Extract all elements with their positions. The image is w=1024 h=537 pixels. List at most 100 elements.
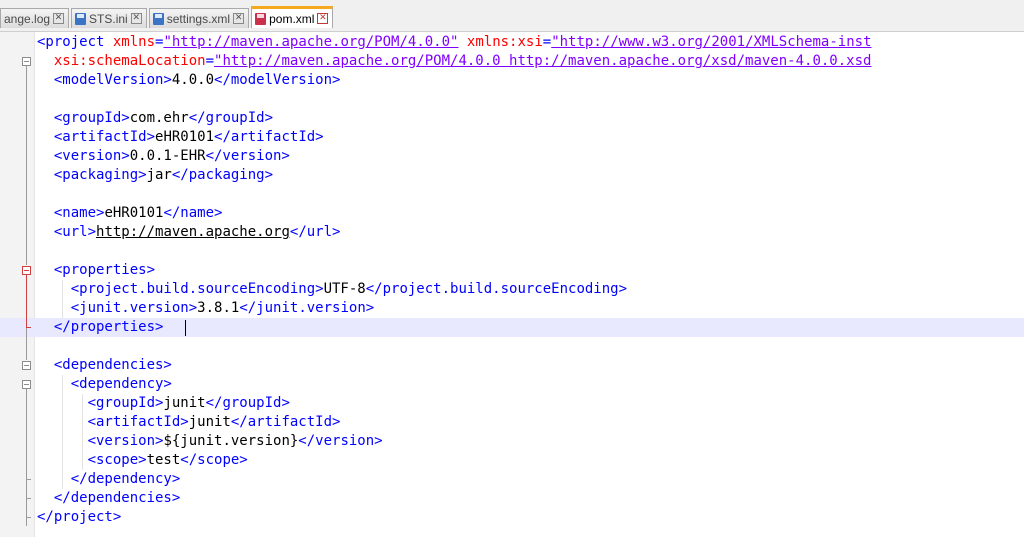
code-token: <dependency> xyxy=(37,376,172,392)
indent-guide xyxy=(82,394,83,470)
code-token: <modelVersion> xyxy=(37,72,172,88)
code-line[interactable]: <artifactId>eHR0101</artifactId> xyxy=(0,128,1024,147)
tab-settings-xml[interactable]: settings.xml ✕ xyxy=(148,8,250,28)
code-token: 4.0.0 xyxy=(171,72,215,88)
indent-guide xyxy=(62,375,63,489)
code-token: </version> xyxy=(205,148,290,164)
code-line[interactable]: </dependencies> xyxy=(0,489,1024,508)
code-text: <packaging>jar</packaging> xyxy=(37,166,273,185)
tab-label: settings.xml xyxy=(166,11,231,26)
code-line[interactable]: <version>0.0.1-EHR</version> xyxy=(0,147,1024,166)
fold-toggle-icon[interactable] xyxy=(22,361,31,370)
url-link[interactable]: http://maven.apache.org xyxy=(96,224,290,240)
tab-label: pom.xml xyxy=(269,11,315,26)
code-line[interactable]: <modelVersion>4.0.0</modelVersion> xyxy=(0,71,1024,90)
code-line[interactable]: <properties> xyxy=(0,261,1024,280)
code-text: <name>eHR0101</name> xyxy=(37,204,223,223)
code-line[interactable]: </dependency> xyxy=(0,470,1024,489)
tab-label: STS.ini xyxy=(89,11,128,26)
code-token: jar xyxy=(146,167,172,183)
code-token: </modelVersion> xyxy=(214,72,341,88)
close-tab-icon[interactable]: ✕ xyxy=(233,13,245,24)
code-line[interactable]: </project> xyxy=(0,508,1024,527)
code-token: <name> xyxy=(37,205,105,221)
code-token: </url> xyxy=(289,224,341,240)
code-line[interactable] xyxy=(0,337,1024,356)
code-token: </project.build.sourceEncoding> xyxy=(365,281,628,297)
current-code-line[interactable]: </properties> xyxy=(0,318,1024,337)
code-token: eHR0101 xyxy=(104,205,164,221)
code-line[interactable]: <name>eHR0101</name> xyxy=(0,204,1024,223)
tab-bar: ange.log ✕ STS.ini ✕ settings.xml ✕ pom.xml ✕ xyxy=(0,0,1024,32)
fold-toggle-icon[interactable] xyxy=(22,57,31,66)
code-token: <groupId> xyxy=(37,110,130,126)
code-token: <dependencies> xyxy=(37,357,172,373)
code-token: <artifactId> xyxy=(37,414,189,430)
code-line[interactable]: <project xmlns = "http://maven.apache.org/… xyxy=(0,33,1024,52)
code-text: <project.build.sourceEncoding>UTF-8</pro… xyxy=(37,280,627,299)
code-token: </artifactId> xyxy=(214,129,324,145)
code-token[interactable]: "http://maven.apache.org/POM/4.0.0 http:… xyxy=(214,53,871,69)
tab-ange-log[interactable]: ange.log ✕ xyxy=(0,8,70,28)
code-token: junit xyxy=(188,414,231,430)
code-token: 0.0.1-EHR xyxy=(129,148,206,164)
fold-toggle-icon[interactable] xyxy=(22,266,31,275)
code-line[interactable] xyxy=(0,185,1024,204)
fold-toggle-icon[interactable] xyxy=(22,380,31,389)
fold-tree-line xyxy=(26,66,27,265)
code-token: = xyxy=(205,53,215,69)
code-text: <junit.version>3.8.1</junit.version> xyxy=(37,299,374,318)
code-text: <properties> xyxy=(37,261,155,280)
code-token: junit xyxy=(163,395,206,411)
code-editor[interactable]: <project xmlns="http://maven.apache.org/… xyxy=(0,32,1024,537)
code-token: <scope> xyxy=(37,452,147,468)
code-line[interactable]: <junit.version>3.8.1</junit.version> xyxy=(0,299,1024,318)
code-text: <modelVersion>4.0.0</modelVersion> xyxy=(37,71,341,90)
code-token: </junit.version> xyxy=(239,300,375,316)
fold-end-tick xyxy=(26,517,31,518)
code-line[interactable]: <groupId>com.ehr</groupId> xyxy=(0,109,1024,128)
save-file-icon xyxy=(152,12,164,25)
code-token: </properties> xyxy=(37,319,164,335)
code-token: </artifactId> xyxy=(230,414,341,430)
code-token: xsi:schemaLocation xyxy=(53,53,206,69)
code-line[interactable]: <groupId>junit</groupId> xyxy=(0,394,1024,413)
code-token: xmlns:xsi xyxy=(466,34,543,50)
code-token: </groupId> xyxy=(205,395,290,411)
tab-sts-ini[interactable]: STS.ini ✕ xyxy=(71,8,147,28)
code-token: xmlns xyxy=(112,34,156,50)
code-line[interactable]: <packaging>jar</packaging> xyxy=(0,166,1024,185)
close-tab-icon[interactable]: ✕ xyxy=(130,13,142,24)
code-token: <version> xyxy=(37,433,164,449)
code-token: <properties> xyxy=(37,262,156,278)
code-line[interactable]: <artifactId>junit</artifactId> xyxy=(0,413,1024,432)
code-line[interactable]: <version>${junit.version}</version> xyxy=(0,432,1024,451)
code-token: <project xyxy=(37,34,113,50)
code-token: com.ehr xyxy=(129,110,189,126)
code-token: </name> xyxy=(163,205,223,221)
code-line[interactable]: <dependencies> xyxy=(0,356,1024,375)
code-token: eHR0101 xyxy=(155,129,215,145)
tab-pom-xml[interactable]: pom.xml ✕ xyxy=(251,6,334,28)
code-text: <artifactId>eHR0101</artifactId> xyxy=(37,128,324,147)
code-text: </properties> xyxy=(37,318,164,337)
text-caret xyxy=(185,320,186,336)
close-tab-icon[interactable]: ✕ xyxy=(317,13,329,24)
code-line[interactable]: <scope>test</scope> xyxy=(0,451,1024,470)
code-token: <packaging> xyxy=(37,167,147,183)
code-text: <groupId>junit</groupId> xyxy=(37,394,290,413)
code-token[interactable]: "http://maven.apache.org/POM/4.0.0" xyxy=(163,34,458,50)
code-token: <version> xyxy=(37,148,130,164)
code-token[interactable]: "http://www.w3.org/2001/XMLSchema-inst xyxy=(551,34,871,50)
code-line[interactable] xyxy=(0,90,1024,109)
code-line[interactable]: xsi:schemaLocation="http://maven.apache.… xyxy=(0,52,1024,71)
code-line[interactable]: <url>http://maven.apache.org</url> xyxy=(0,223,1024,242)
code-line[interactable] xyxy=(0,242,1024,261)
indent-guide xyxy=(62,280,63,318)
code-text: <version>${junit.version}</version> xyxy=(37,432,383,451)
code-line[interactable]: <project.build.sourceEncoding>UTF-8</pro… xyxy=(0,280,1024,299)
close-tab-icon[interactable]: ✕ xyxy=(53,13,65,24)
code-line[interactable]: <dependency> xyxy=(0,375,1024,394)
code-token: = xyxy=(542,34,552,50)
